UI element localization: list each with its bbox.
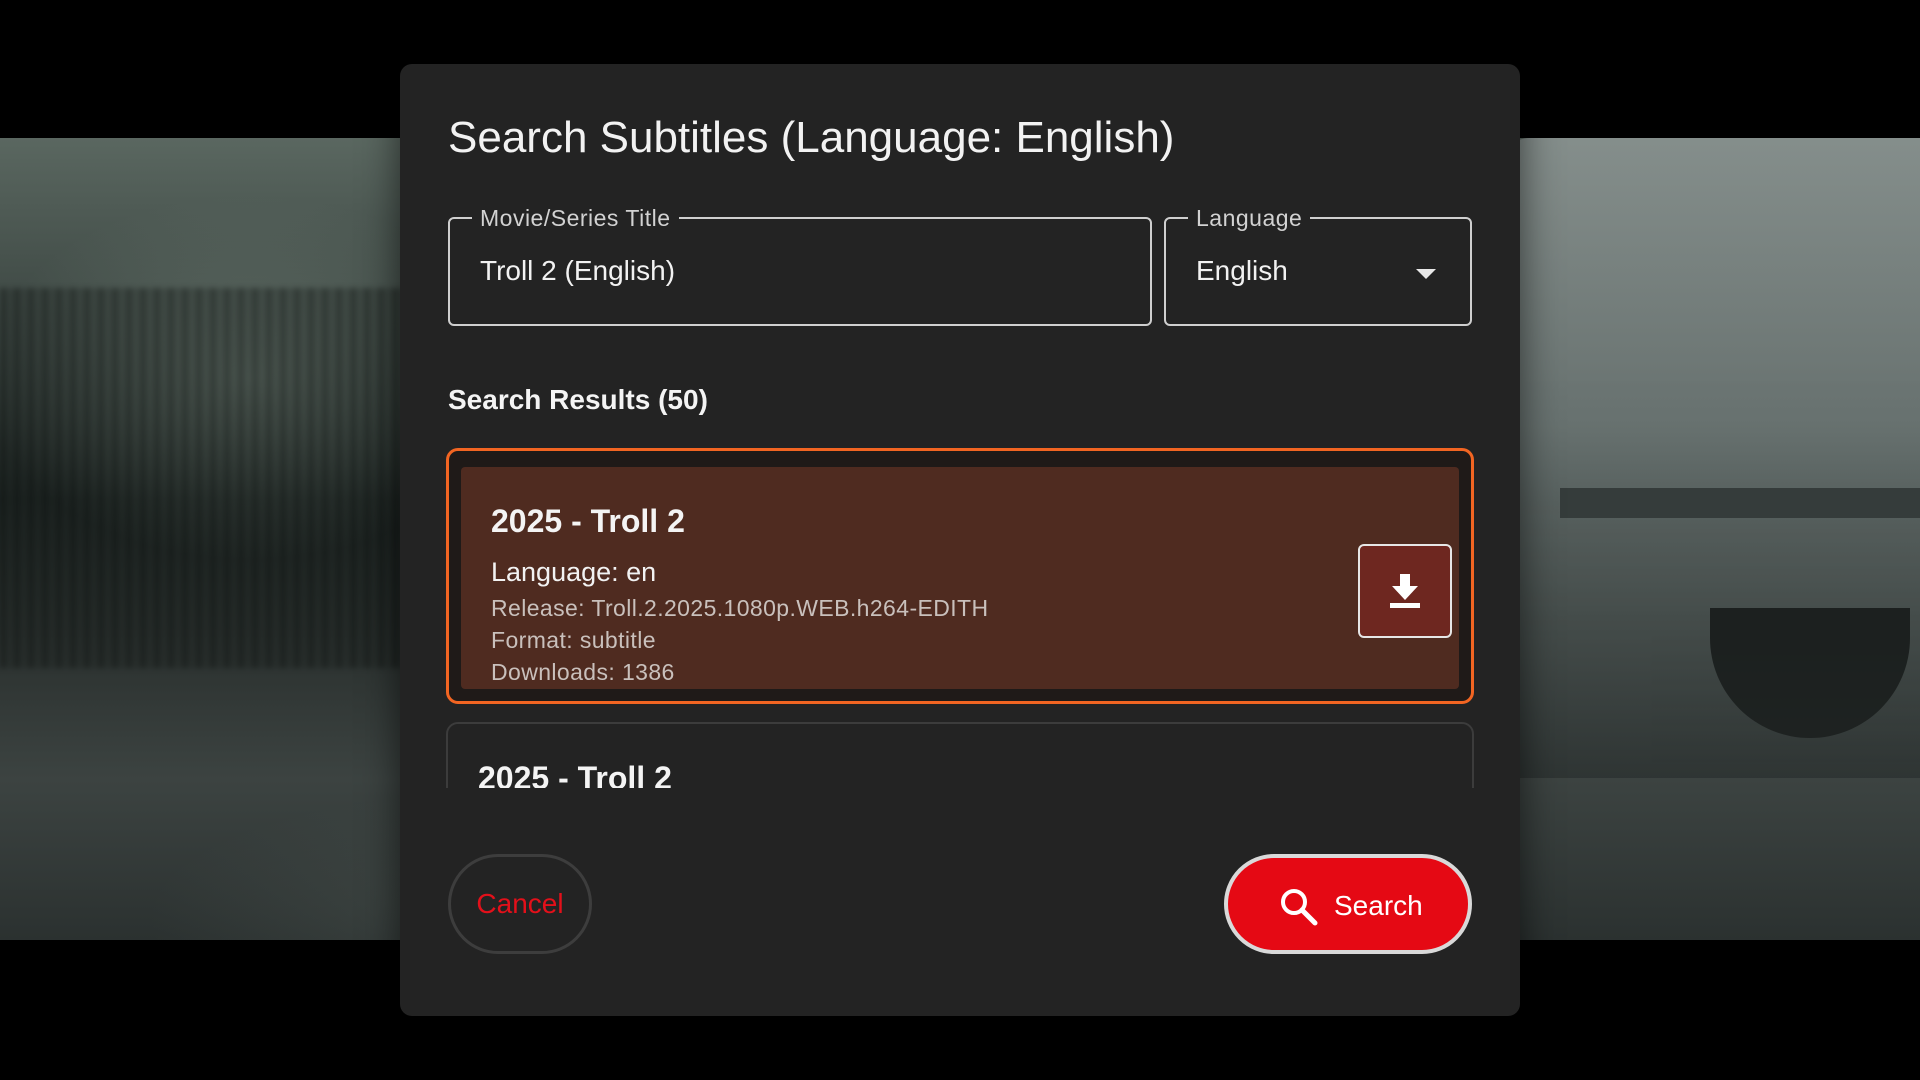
language-field-label: Language xyxy=(1188,205,1311,231)
result-language: Language: en xyxy=(491,557,657,587)
download-icon xyxy=(1390,574,1420,608)
result-release: Release: Troll.2.2025.1080p.WEB.h264-EDI… xyxy=(491,595,989,621)
result-item[interactable]: 2025 - Troll 2 xyxy=(446,722,1474,788)
result-title: 2025 - Troll 2 xyxy=(478,760,672,788)
chevron-down-icon[interactable] xyxy=(1416,269,1436,279)
download-button[interactable] xyxy=(1358,544,1452,638)
vehicle-wheel xyxy=(1710,608,1910,738)
language-selected-value: English xyxy=(1196,255,1288,286)
title-field-label: Movie/Series Title xyxy=(472,205,679,231)
results-heading: Search Results (50) xyxy=(448,384,708,415)
results-list[interactable]: 2025 - Troll 2 Language: en Release: Tro… xyxy=(446,448,1474,788)
result-item-selected[interactable]: 2025 - Troll 2 Language: en Release: Tro… xyxy=(446,448,1474,704)
result-format: Format: subtitle xyxy=(491,627,656,653)
cancel-button[interactable]: Cancel xyxy=(448,854,592,954)
search-button-label: Search xyxy=(1334,890,1423,921)
result-title: 2025 - Troll 2 xyxy=(491,503,685,539)
language-select[interactable]: Language English xyxy=(1164,205,1472,326)
vehicle-bumper xyxy=(1560,488,1920,518)
search-icon xyxy=(1281,889,1318,926)
result-downloads: Downloads: 1386 xyxy=(491,659,675,685)
title-input[interactable] xyxy=(480,255,1080,287)
video-scenery xyxy=(0,288,420,668)
result-item-highlight: 2025 - Troll 2 Language: en Release: Tro… xyxy=(461,467,1459,689)
title-field[interactable]: Movie/Series Title xyxy=(448,205,1152,326)
subtitle-search-dialog: Search Subtitles (Language: English) Mov… xyxy=(400,64,1520,1016)
video-vehicle xyxy=(1500,138,1920,778)
dialog-title: Search Subtitles (Language: English) xyxy=(448,113,1175,162)
search-button[interactable]: Search xyxy=(1224,854,1472,954)
video-player-background: Search Subtitles (Language: English) Mov… xyxy=(0,0,1920,1080)
